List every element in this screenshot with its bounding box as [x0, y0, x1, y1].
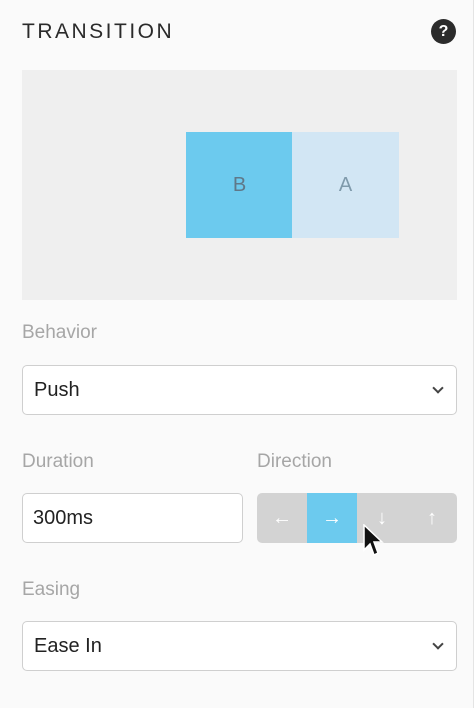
transition-preview: B A — [22, 70, 457, 300]
behavior-label: Behavior — [22, 322, 97, 343]
direction-left-button[interactable]: ← — [257, 493, 307, 543]
chevron-down-icon — [432, 637, 444, 650]
direction-button-group: ← → ↓ ↑ — [257, 493, 457, 543]
help-icon[interactable]: ? — [431, 19, 456, 44]
easing-value: Ease In — [34, 634, 102, 657]
preview-slide-a: A — [292, 132, 399, 238]
direction-right-button[interactable]: → — [307, 493, 357, 543]
transition-panel: TRANSITION ? B A Behavior Push Duration … — [0, 0, 474, 708]
direction-up-button[interactable]: ↑ — [407, 493, 457, 543]
preview-slide-b: B — [186, 132, 293, 238]
panel-title: TRANSITION — [22, 20, 175, 43]
duration-input[interactable]: 300ms — [22, 493, 243, 543]
easing-label: Easing — [22, 579, 81, 600]
duration-label: Duration — [22, 451, 94, 472]
behavior-select[interactable]: Push — [22, 365, 457, 415]
mouse-pointer-icon — [363, 524, 384, 557]
chevron-down-icon — [432, 381, 444, 394]
behavior-value: Push — [34, 378, 80, 401]
easing-select[interactable]: Ease In — [22, 621, 457, 671]
direction-label: Direction — [257, 451, 332, 472]
